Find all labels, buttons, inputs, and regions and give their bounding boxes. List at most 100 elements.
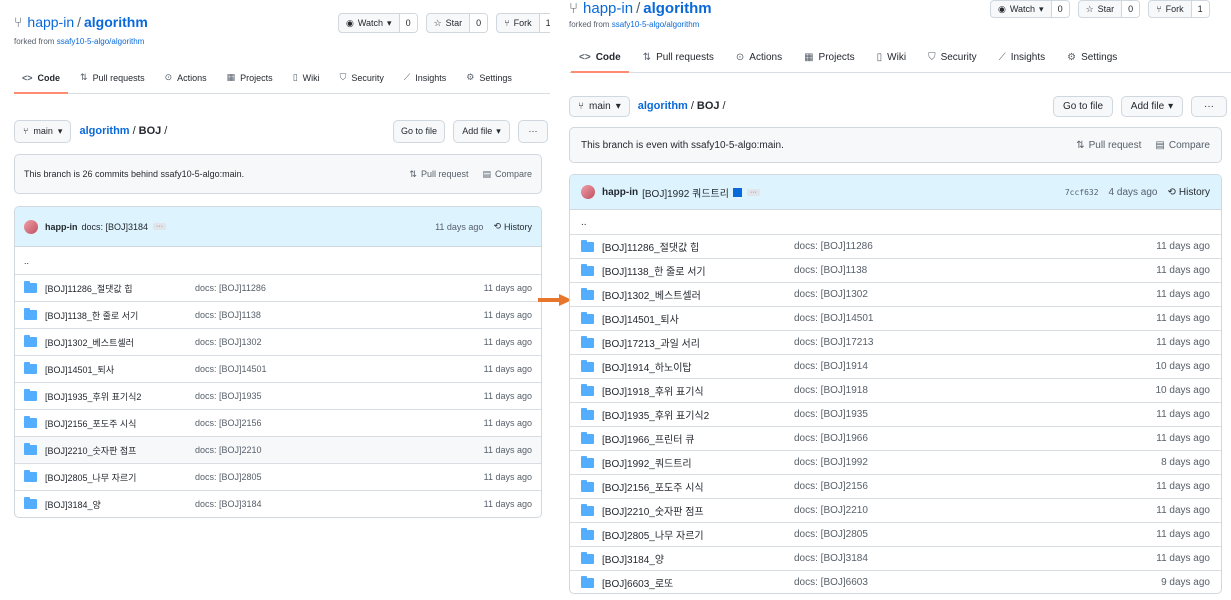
table-row[interactable]: [BOJ]1935_후위 표기식2 docs: [BOJ]1935 11 days …	[15, 382, 541, 409]
breadcrumb-repo-link[interactable]: algorithm	[638, 100, 688, 112]
file-name-link[interactable]: [BOJ]11286_절댓값 힙	[602, 239, 699, 254]
compare-link[interactable]: ▤ Compare	[482, 169, 532, 180]
commit-message-link[interactable]: docs: [BOJ]1302	[794, 289, 868, 300]
table-row[interactable]: [BOJ]2156_포도주 시식 docs: [BOJ]2156 11 days a…	[570, 474, 1221, 498]
tab-insights[interactable]: ⟋ Insights	[999, 43, 1045, 72]
fork-button[interactable]: ⑂Fork 1	[1148, 0, 1210, 18]
tab-actions[interactable]: ⊙ Actions	[736, 43, 782, 72]
file-name-link[interactable]: [BOJ]2805_나무 자르기	[45, 471, 136, 484]
tab-wiki[interactable]: ▯ Wiki	[877, 43, 906, 72]
file-name-link[interactable]: [BOJ]1935_후위 표기식2	[602, 407, 709, 422]
file-name-link[interactable]: [BOJ]2210_숫자판 점프	[602, 503, 704, 518]
breadcrumb-repo-link[interactable]: algorithm	[79, 125, 129, 137]
commit-message-link[interactable]: docs: [BOJ]1302	[195, 337, 262, 347]
more-options-button[interactable]: ···	[518, 119, 548, 143]
table-row[interactable]: [BOJ]17213_과일 서리 docs: [BOJ]17213 11 days …	[570, 330, 1221, 354]
commit-message-link[interactable]: docs: [BOJ]17213	[794, 337, 874, 348]
tab-settings[interactable]: ⚙ Settings	[466, 62, 512, 93]
file-name-link[interactable]: [BOJ]17213_과일 서리	[602, 335, 700, 350]
repo-owner-link[interactable]: happ-in	[583, 0, 633, 17]
file-name-link[interactable]: [BOJ]1302_베스트셀러	[602, 287, 701, 302]
commit-message-link[interactable]: docs: [BOJ]2805	[195, 472, 262, 482]
commit-author[interactable]: happ-in	[602, 187, 638, 198]
table-row[interactable]: [BOJ]2805_나무 자르기 docs: [BOJ]2805 11 days a…	[15, 463, 541, 490]
file-name-link[interactable]: [BOJ]1914_하노이탑	[602, 359, 692, 374]
forked-source-link[interactable]: ssafy10-5-algo/algorithm	[57, 37, 145, 46]
commit-message-link[interactable]: docs: [BOJ]14501	[195, 364, 267, 374]
commit-message-link[interactable]: docs: [BOJ]1992	[794, 457, 868, 468]
parent-directory-row[interactable]: ..	[570, 210, 1221, 234]
table-row[interactable]: [BOJ]1966_프린터 큐 docs: [BOJ]1966 11 days ag…	[570, 426, 1221, 450]
commit-message-link[interactable]: docs: [BOJ]1914	[794, 361, 868, 372]
expand-commit-button[interactable]: ···	[746, 188, 760, 196]
file-name-link[interactable]: [BOJ]1138_한 줄로 서기	[602, 263, 706, 278]
commit-message-link[interactable]: docs: [BOJ]11286	[195, 283, 266, 293]
table-row[interactable]: [BOJ]6603_로또 docs: [BOJ]6603 9 days ago	[570, 570, 1221, 593]
tab-security[interactable]: ⛉ Security	[340, 62, 384, 93]
file-name-link[interactable]: [BOJ]14501_퇴사	[602, 311, 679, 326]
file-name-link[interactable]: [BOJ]1918_후위 표기식	[602, 383, 704, 398]
table-row[interactable]: [BOJ]1138_한 줄로 서기 docs: [BOJ]1138 11 days …	[15, 301, 541, 328]
table-row[interactable]: [BOJ]1302_베스트셀러 docs: [BOJ]1302 11 days ag…	[570, 282, 1221, 306]
file-name-link[interactable]: [BOJ]3184_양	[45, 498, 101, 511]
commit-message-link[interactable]: docs: [BOJ]14501	[794, 313, 874, 324]
file-name-link[interactable]: [BOJ]14501_퇴사	[45, 363, 114, 376]
file-name-link[interactable]: [BOJ]1302_베스트셀러	[45, 336, 134, 349]
file-name-link[interactable]: [BOJ]11286_절댓값 힙	[45, 282, 133, 295]
commit-message-link[interactable]: docs: [BOJ]2805	[794, 529, 868, 540]
file-name-link[interactable]: [BOJ]2156_포도주 시식	[602, 479, 704, 494]
commit-message-link[interactable]: docs: [BOJ]3184	[794, 553, 868, 564]
watch-button[interactable]: ◉ Watch ▾ 0	[990, 0, 1070, 18]
table-row[interactable]: [BOJ]1138_한 줄로 서기 docs: [BOJ]1138 11 days …	[570, 258, 1221, 282]
more-options-button[interactable]: ···	[1191, 95, 1227, 117]
star-button[interactable]: ☆ Star 0	[1077, 0, 1141, 18]
pull-request-link[interactable]: ⇅ Pull request	[1076, 140, 1141, 151]
parent-directory-link[interactable]: ..	[581, 217, 587, 228]
table-row[interactable]: [BOJ]11286_절댓값 힙 docs: [BOJ]11286 11 days …	[15, 274, 541, 301]
file-name-link[interactable]: [BOJ]2210_숫자판 점프	[45, 444, 136, 457]
add-file-button[interactable]: Add file ▾	[1121, 95, 1183, 117]
table-row[interactable]: [BOJ]3184_양 docs: [BOJ]3184 11 days ago	[570, 546, 1221, 570]
commit-message-link[interactable]: docs: [BOJ]2156	[794, 481, 868, 492]
commit-message-link[interactable]: docs: [BOJ]6603	[794, 577, 868, 588]
tab-projects[interactable]: ▦ Projects	[804, 43, 855, 72]
tab-actions[interactable]: ⊙ Actions	[165, 62, 207, 93]
tab-security[interactable]: ⛉ Security	[928, 43, 977, 72]
tab-insights[interactable]: ⟋ Insights	[404, 62, 446, 93]
commit-message-link[interactable]: docs: [BOJ]1138	[794, 265, 867, 276]
tab-code[interactable]: <> Code	[13, 62, 69, 94]
file-name-link[interactable]: [BOJ]1935_후위 표기식2	[45, 390, 141, 403]
repo-owner-link[interactable]: happ-in	[27, 14, 74, 30]
fork-button[interactable]: ⑂Fork 1	[496, 13, 550, 33]
table-row[interactable]: [BOJ]2805_나무 자르기 docs: [BOJ]2805 11 days a…	[570, 522, 1221, 546]
commit-message[interactable]: docs: [BOJ]3184	[82, 222, 149, 232]
commit-message-link[interactable]: docs: [BOJ]11286	[794, 241, 873, 252]
compare-link[interactable]: ▤ Compare	[1155, 140, 1210, 151]
commit-message-link[interactable]: docs: [BOJ]1918	[794, 385, 868, 396]
avatar[interactable]	[24, 219, 38, 234]
star-button[interactable]: ☆ Star 0	[425, 13, 489, 33]
go-to-file-button[interactable]: Go to file	[393, 119, 445, 143]
commit-message-link[interactable]: docs: [BOJ]3184	[195, 499, 262, 509]
avatar[interactable]	[581, 185, 595, 199]
branch-select-button[interactable]: ⑂ main ▾	[569, 95, 630, 117]
pull-request-link[interactable]: ⇅ Pull request	[409, 169, 468, 180]
parent-directory-link[interactable]: ..	[24, 256, 29, 266]
add-file-button[interactable]: Add file ▾	[453, 119, 510, 143]
table-row[interactable]: [BOJ]1918_후위 표기식 docs: [BOJ]1918 10 days a…	[570, 378, 1221, 402]
commit-message-link[interactable]: docs: [BOJ]1138	[195, 310, 261, 320]
file-name-link[interactable]: [BOJ]2805_나무 자르기	[602, 527, 704, 542]
repo-name-link[interactable]: algorithm	[84, 14, 148, 30]
commit-sha[interactable]: 7ccf632	[1065, 188, 1099, 197]
tab-wiki[interactable]: ▯ Wiki	[293, 62, 320, 93]
check-status-icon[interactable]	[732, 187, 742, 197]
history-link[interactable]: ⟲ History	[493, 221, 532, 232]
table-row[interactable]: [BOJ]3184_양 docs: [BOJ]3184 11 days ago	[15, 490, 541, 517]
tab-pull-requests[interactable]: ⇅ Pull requests	[80, 62, 145, 93]
expand-commit-button[interactable]: ···	[153, 223, 167, 230]
commit-message-link[interactable]: docs: [BOJ]1935	[794, 409, 868, 420]
go-to-file-button[interactable]: Go to file	[1053, 95, 1113, 117]
file-name-link[interactable]: [BOJ]6603_로또	[602, 575, 673, 590]
table-row[interactable]: [BOJ]14501_퇴사 docs: [BOJ]14501 11 days ago	[570, 306, 1221, 330]
table-row[interactable]: [BOJ]2210_숫자판 점프 docs: [BOJ]2210 11 days a…	[15, 436, 541, 463]
